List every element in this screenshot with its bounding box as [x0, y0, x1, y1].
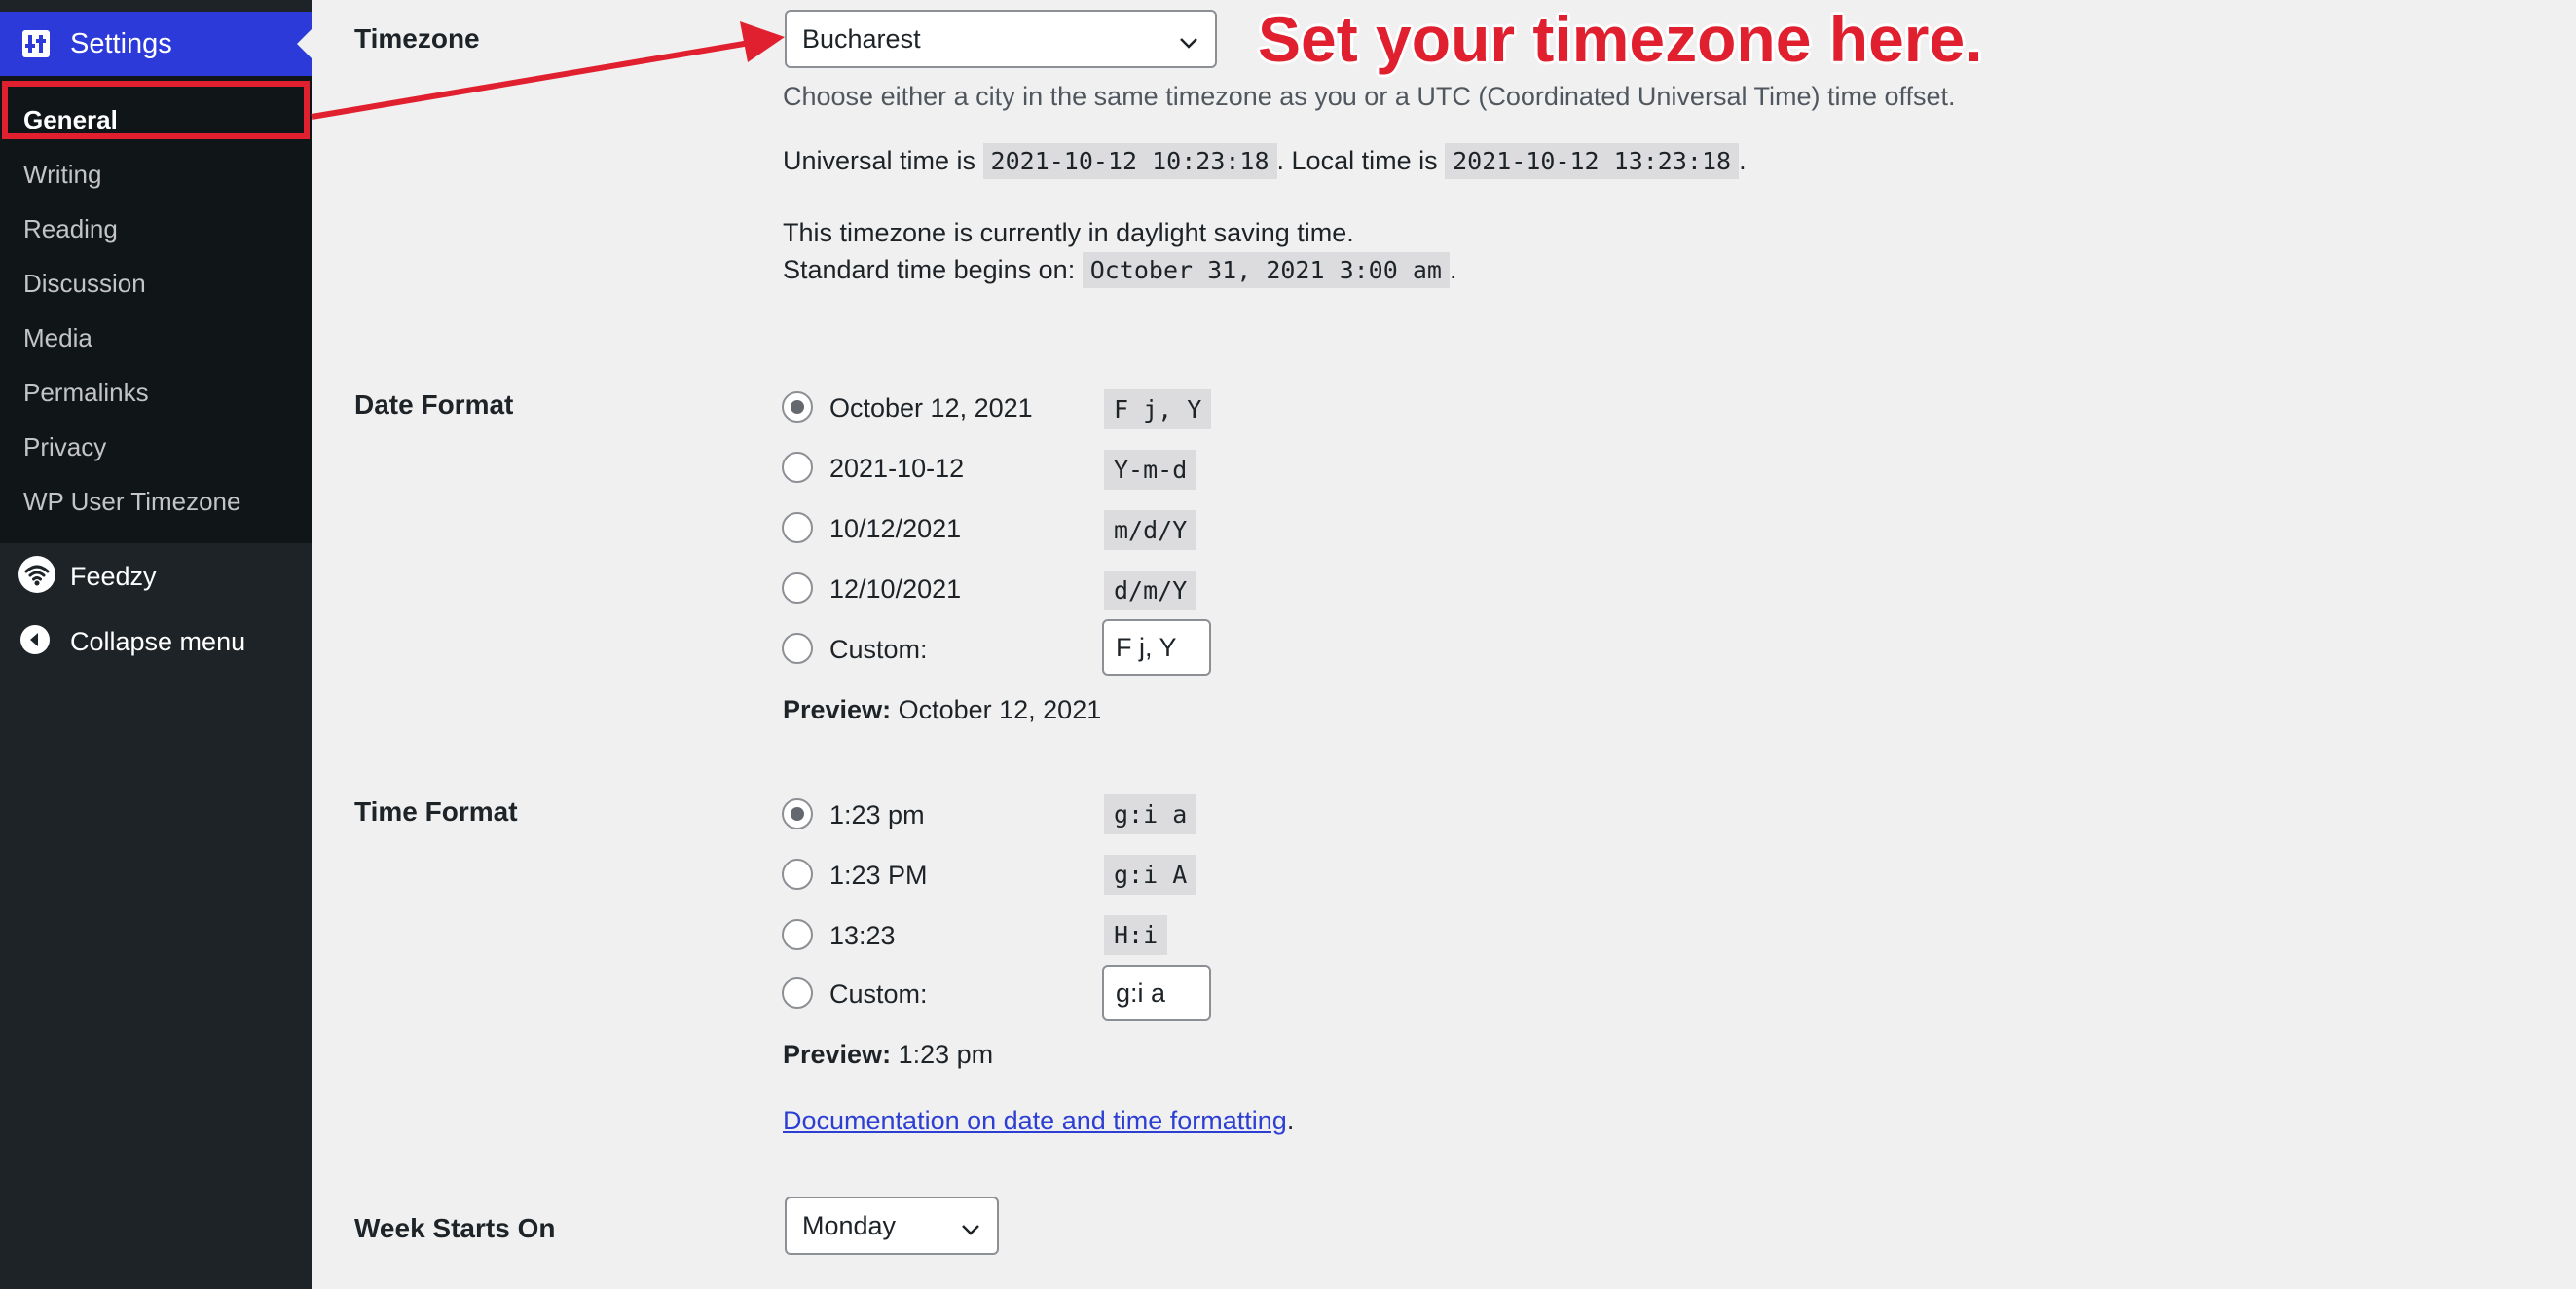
- time-format-radio-2[interactable]: [782, 859, 813, 890]
- time-preview-value: 1:23 pm: [898, 1040, 994, 1069]
- period: .: [1286, 1106, 1295, 1135]
- date-format-custom-label: Custom:: [829, 635, 928, 664]
- date-format-option-label: 12/10/2021: [829, 574, 962, 604]
- date-format-code: Y-m-d: [1104, 450, 1197, 490]
- time-format-option-label: 1:23 pm: [829, 800, 925, 829]
- date-format-radio-custom[interactable]: [782, 633, 813, 664]
- date-format-option-label: October 12, 2021: [829, 393, 1033, 423]
- date-format-custom-value: F j, Y: [1116, 632, 1177, 662]
- time-format-radio-3[interactable]: [782, 919, 813, 950]
- time-format-radio-custom[interactable]: [782, 977, 813, 1009]
- time-format-option-label: 1:23 PM: [829, 861, 928, 890]
- time-format-code: H:i: [1104, 915, 1168, 955]
- time-format-custom-input[interactable]: g:i a: [1102, 965, 1211, 1021]
- week-starts-select[interactable]: Monday: [785, 1197, 999, 1255]
- week-starts-label: Week Starts On: [354, 1213, 556, 1243]
- time-format-custom-label: Custom:: [829, 979, 928, 1009]
- date-format-radio-1[interactable]: [782, 391, 813, 423]
- date-format-custom-input[interactable]: F j, Y: [1102, 619, 1211, 676]
- time-format-code: g:i a: [1104, 794, 1197, 834]
- date-format-radio-4[interactable]: [782, 572, 813, 604]
- date-preview-label: Preview:: [783, 695, 892, 724]
- date-format-code: d/m/Y: [1104, 571, 1197, 610]
- time-preview-label: Preview:: [783, 1040, 892, 1069]
- date-preview-value: October 12, 2021: [898, 695, 1102, 724]
- date-format-radio-2[interactable]: [782, 452, 813, 483]
- time-format-custom-value: g:i a: [1116, 977, 1166, 1008]
- time-format-code: g:i A: [1104, 855, 1197, 895]
- time-format-radio-1[interactable]: [782, 798, 813, 829]
- chevron-down-icon: [960, 1216, 981, 1246]
- annotation-arrow: [311, 21, 785, 120]
- date-format-label: Date Format: [354, 389, 514, 420]
- documentation-link[interactable]: Documentation on date and time formattin…: [783, 1106, 1287, 1135]
- date-format-radio-3[interactable]: [782, 512, 813, 543]
- date-format-option-label: 2021-10-12: [829, 454, 965, 483]
- week-starts-select-value: Monday: [802, 1210, 897, 1240]
- date-format-code: m/d/Y: [1104, 510, 1197, 550]
- time-format-option-label: 13:23: [829, 921, 896, 950]
- date-format-code: F j, Y: [1104, 389, 1212, 429]
- date-preview: Preview: October 12, 2021: [783, 695, 1101, 725]
- annotation-callout: Set your timezone here.: [1258, 3, 1983, 75]
- time-preview: Preview: 1:23 pm: [783, 1040, 993, 1070]
- time-format-label: Time Format: [354, 796, 518, 827]
- date-format-option-label: 10/12/2021: [829, 514, 962, 543]
- documentation-line: Documentation on date and time formattin…: [783, 1106, 1294, 1136]
